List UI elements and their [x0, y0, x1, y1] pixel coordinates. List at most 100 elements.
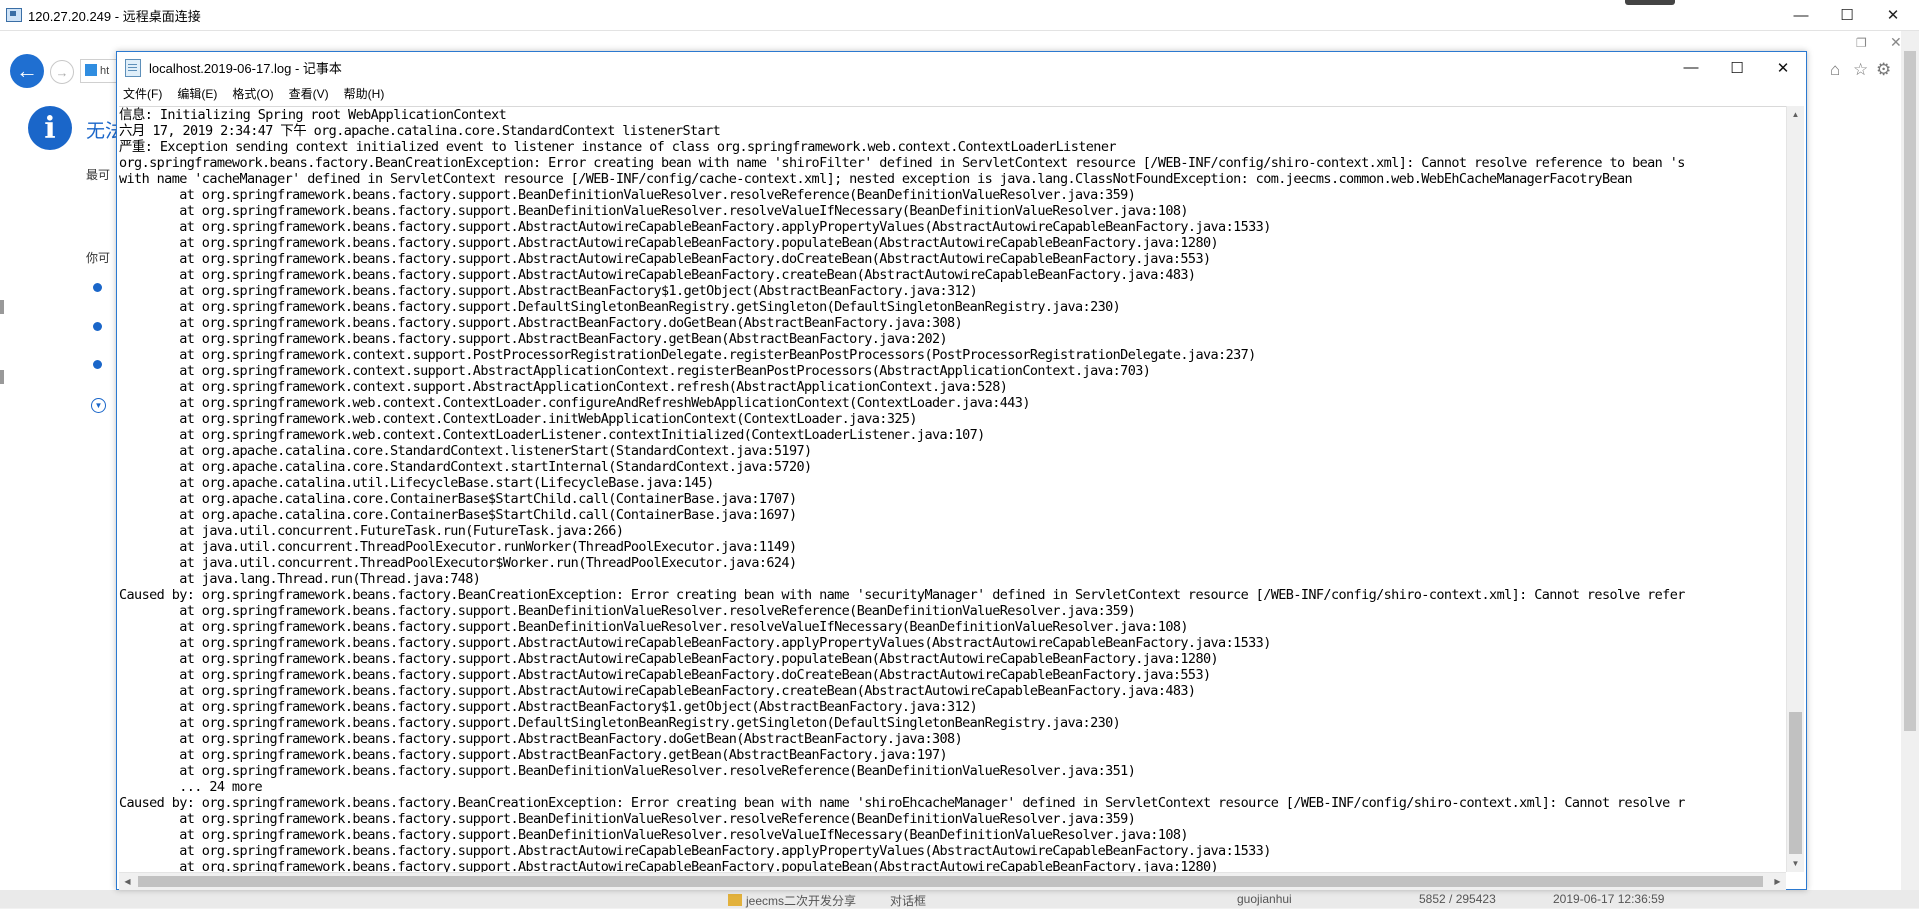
edge-marker: [0, 300, 4, 314]
taskbar-user: guojianhui: [1237, 892, 1292, 906]
notepad-vertical-scrollbar[interactable]: ▲ ▼: [1786, 106, 1804, 872]
expand-details-button[interactable]: ▼: [91, 398, 106, 413]
maximize-icon: ☐: [1730, 59, 1744, 77]
log-line: at org.springframework.beans.factory.sup…: [119, 811, 1136, 827]
address-text: ht: [100, 65, 110, 77]
rdp-connection-bar-handle[interactable]: [1625, 0, 1675, 5]
log-line: with name 'cacheManager' defined in Serv…: [119, 171, 1633, 187]
log-line: Caused by: org.springframework.beans.fac…: [119, 795, 1685, 811]
log-line: at org.apache.catalina.core.ContainerBas…: [119, 491, 797, 507]
info-glyph: i: [44, 110, 56, 146]
taskbar-item[interactable]: 对话框: [890, 892, 926, 909]
rdp-vertical-scrollbar[interactable]: [1901, 31, 1919, 890]
log-line: at org.springframework.beans.factory.sup…: [119, 203, 1188, 219]
log-line: at org.apache.catalina.util.LifecycleBas…: [119, 475, 714, 491]
log-line: org.springframework.beans.factory.BeanCr…: [119, 155, 1685, 171]
scroll-up-arrow-icon[interactable]: ▲: [1787, 106, 1804, 123]
log-content[interactable]: 信息: Initializing Spring root WebApplicat…: [119, 107, 1786, 873]
log-line: at org.apache.catalina.core.ContainerBas…: [119, 507, 797, 523]
browser-close-icon[interactable]: ✕: [1890, 34, 1902, 51]
chevron-down-icon: ▼: [94, 401, 103, 410]
taskbar-datetime: 2019-06-17 12:36:59: [1553, 892, 1665, 906]
menu-format[interactable]: 格式(O): [232, 85, 273, 102]
log-line: 六月 17, 2019 2:34:47 下午 org.apache.catali…: [119, 123, 721, 139]
menu-view[interactable]: 查看(V): [289, 85, 329, 102]
notepad-titlebar[interactable]: localhost.2019-06-17.log - 记事本: [117, 52, 1806, 83]
rdp-window-title: 120.27.20.249 - 远程桌面连接: [28, 8, 201, 24]
log-line: at java.lang.Thread.run(Thread.java:748): [119, 571, 481, 587]
taskbar-item[interactable]: jeecms二次开发分享: [746, 892, 856, 909]
log-line: at org.springframework.beans.factory.sup…: [119, 827, 1188, 843]
notepad-maximize-button[interactable]: ☐: [1714, 52, 1760, 83]
log-line: at org.springframework.beans.factory.sup…: [119, 763, 1136, 779]
log-line: at org.springframework.beans.factory.sup…: [119, 699, 978, 715]
log-line: at org.springframework.beans.factory.sup…: [119, 667, 1211, 683]
notepad-window: localhost.2019-06-17.log - 记事本 — ☐ ✕ 文件(…: [116, 51, 1807, 890]
log-line: at org.springframework.beans.factory.sup…: [119, 267, 1196, 283]
log-line: at org.springframework.web.context.Conte…: [119, 427, 985, 443]
log-line: at org.springframework.beans.factory.sup…: [119, 683, 1196, 699]
browser-back-button[interactable]: ←: [10, 54, 44, 88]
log-line: at java.util.concurrent.ThreadPoolExecut…: [119, 555, 797, 571]
log-line: at org.springframework.beans.factory.sup…: [119, 299, 1121, 315]
scroll-left-arrow-icon[interactable]: ◀: [119, 873, 136, 890]
taskbar-counter: 5852 / 295423: [1419, 892, 1496, 906]
forward-arrow-icon: →: [55, 64, 69, 80]
log-line: 信息: Initializing Spring root WebApplicat…: [119, 107, 507, 123]
page-favicon-icon: [85, 64, 97, 76]
browser-restore-icon[interactable]: ❐: [1856, 36, 1867, 50]
log-line: at org.springframework.context.support.A…: [119, 379, 1008, 395]
log-line: at java.util.concurrent.ThreadPoolExecut…: [119, 539, 797, 555]
log-line: Caused by: org.springframework.beans.fac…: [119, 587, 1685, 603]
log-line: at org.springframework.beans.factory.sup…: [119, 331, 948, 347]
log-line: at org.springframework.beans.factory.sup…: [119, 251, 1211, 267]
star-icon[interactable]: ☆: [1853, 60, 1868, 80]
log-line: at org.springframework.beans.factory.sup…: [119, 235, 1219, 251]
scroll-right-arrow-icon[interactable]: ▶: [1769, 873, 1786, 890]
log-line: at org.apache.catalina.core.StandardCont…: [119, 459, 812, 475]
browser-suggestion-text: 你可: [86, 251, 111, 265]
log-line: at org.apache.catalina.core.StandardCont…: [119, 443, 812, 459]
close-icon: ✕: [1776, 59, 1790, 77]
notepad-text-area[interactable]: 信息: Initializing Spring root WebApplicat…: [119, 106, 1786, 873]
log-line: at org.springframework.beans.factory.sup…: [119, 843, 1271, 859]
menu-help[interactable]: 帮助(H): [344, 85, 385, 102]
log-line: at org.springframework.context.support.P…: [119, 347, 1256, 363]
rdp-maximize-button[interactable]: ☐: [1824, 0, 1870, 30]
notepad-window-title: localhost.2019-06-17.log - 记事本: [149, 61, 342, 76]
home-icon[interactable]: ⌂: [1830, 60, 1840, 80]
notepad-close-button[interactable]: ✕: [1760, 52, 1806, 83]
rdp-minimize-button[interactable]: —: [1778, 0, 1824, 30]
menu-edit[interactable]: 编辑(E): [177, 85, 217, 102]
log-line: at org.springframework.beans.factory.sup…: [119, 315, 963, 331]
log-line: at org.springframework.beans.factory.sup…: [119, 187, 1136, 203]
bullet-icon: [93, 322, 102, 331]
menu-file[interactable]: 文件(F): [123, 85, 162, 102]
log-line: at org.springframework.context.support.A…: [119, 363, 1151, 379]
scrollbar-thumb[interactable]: [1904, 51, 1916, 731]
scroll-down-arrow-icon[interactable]: ▼: [1787, 855, 1804, 872]
close-icon: ✕: [1886, 7, 1900, 24]
notepad-minimize-button[interactable]: —: [1668, 52, 1714, 83]
minimize-icon: —: [1683, 59, 1699, 76]
rdp-close-button[interactable]: ✕: [1870, 0, 1916, 30]
edge-marker: [0, 370, 4, 384]
log-line: at org.springframework.beans.factory.sup…: [119, 731, 963, 747]
maximize-icon: ☐: [1840, 7, 1854, 24]
scrollbar-thumb[interactable]: [138, 876, 1763, 887]
gear-icon[interactable]: ⚙: [1876, 60, 1891, 80]
folder-icon: [728, 894, 742, 906]
log-line: at org.springframework.beans.factory.sup…: [119, 859, 1219, 873]
log-line: at org.springframework.beans.factory.sup…: [119, 619, 1188, 635]
log-line: ... 24 more: [119, 779, 263, 795]
log-line: at org.springframework.beans.factory.sup…: [119, 651, 1219, 667]
log-line: at org.springframework.beans.factory.sup…: [119, 747, 948, 763]
log-line: at java.util.concurrent.FutureTask.run(F…: [119, 523, 624, 539]
notepad-icon: [125, 58, 141, 77]
browser-forward-button[interactable]: →: [50, 60, 74, 84]
notepad-menubar: 文件(F) 编辑(E) 格式(O) 查看(V) 帮助(H): [117, 83, 1806, 104]
scrollbar-thumb[interactable]: [1789, 712, 1802, 854]
log-line: at org.springframework.web.context.Conte…: [119, 411, 917, 427]
browser-error-text: 最可: [86, 168, 111, 182]
notepad-horizontal-scrollbar[interactable]: ◀ ▶: [119, 872, 1786, 890]
